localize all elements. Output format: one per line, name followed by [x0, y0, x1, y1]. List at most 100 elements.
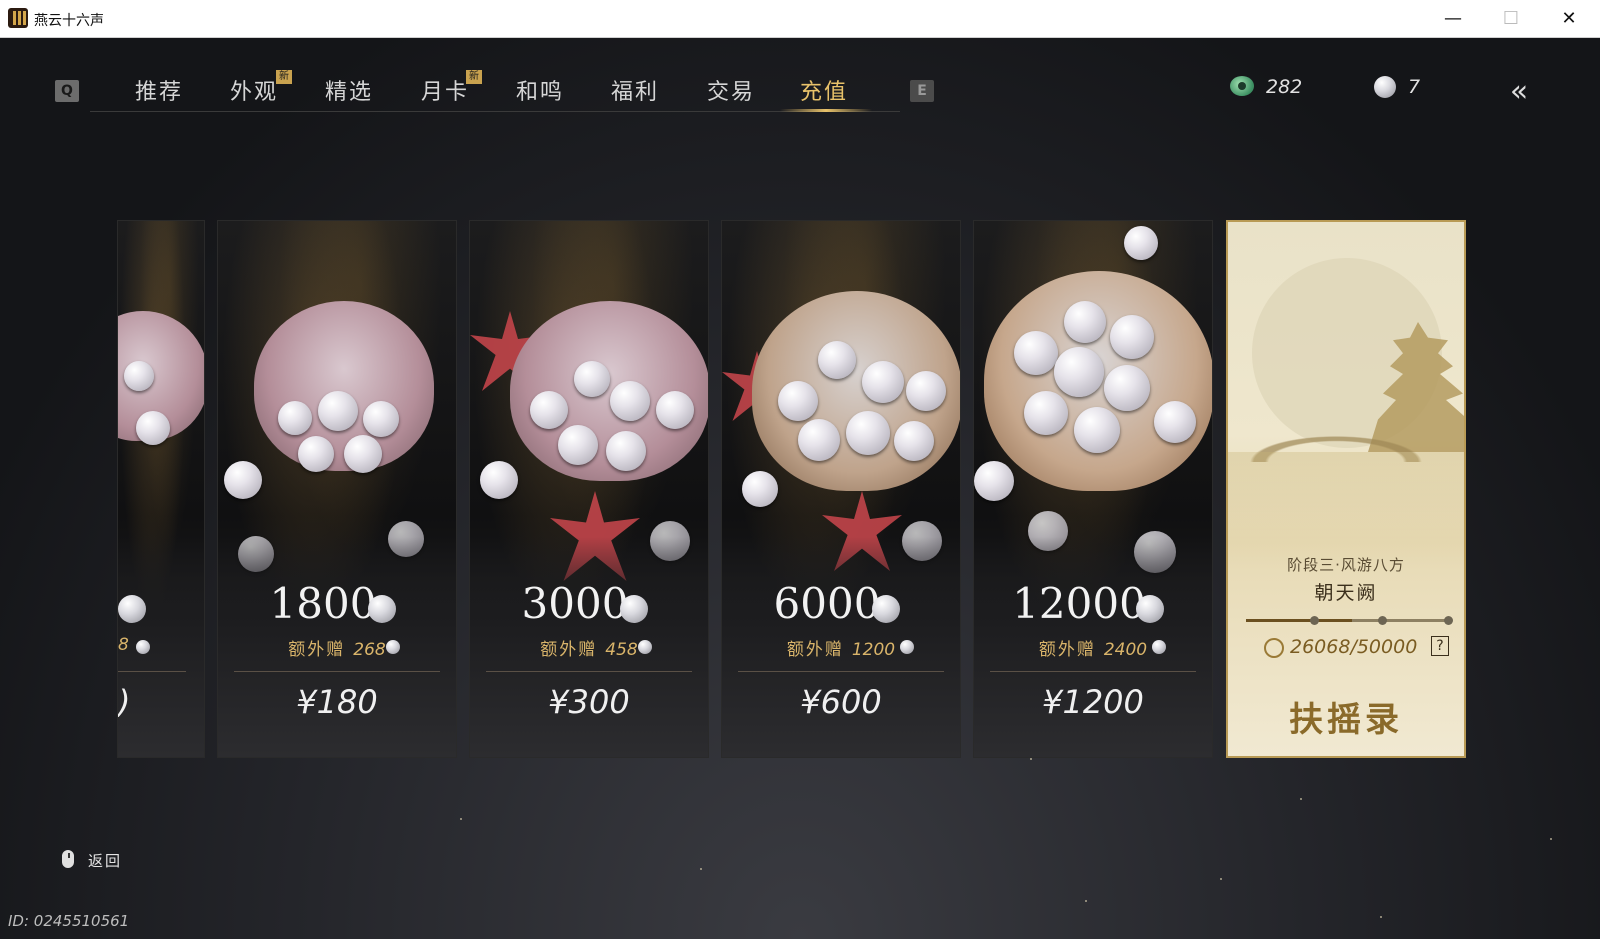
pearl-icon: [872, 595, 900, 623]
pearl-illustration: [1014, 331, 1058, 375]
maximize-button[interactable]: ☐: [1482, 0, 1540, 38]
tab-recharge[interactable]: 充值: [800, 74, 848, 106]
pearl-illustration: [1064, 301, 1106, 343]
pearl-illustration: [278, 401, 312, 435]
pearl-illustration: [574, 361, 610, 397]
window-title: 燕云十六声: [34, 13, 104, 29]
card-bonus: 额外赠 2400: [974, 635, 1212, 660]
pearl-illustration: [124, 361, 154, 391]
progress-node: [1310, 616, 1319, 625]
progress-node: [1378, 616, 1387, 625]
pearl-icon: [1152, 640, 1166, 654]
bonus-label: 额外赠: [786, 640, 844, 660]
card-price: ¥600: [800, 683, 882, 721]
prev-tab-key-q[interactable]: Q: [55, 80, 79, 102]
tab-monthly-card[interactable]: 月卡: [421, 74, 469, 106]
pearl-icon: [620, 595, 648, 623]
pearl-illustration: [480, 461, 518, 499]
bonus-value: 1200: [851, 640, 896, 660]
pearl-icon: [638, 640, 652, 654]
bonus-label: 额外赠: [1038, 640, 1096, 660]
tab-appearance[interactable]: 外观: [230, 74, 278, 106]
card-amount: 6000: [773, 579, 881, 628]
pass-stage: 阶段三·风游八方: [1287, 556, 1405, 574]
card-price: ¥1200: [1042, 683, 1144, 721]
pearl-illustration: [610, 381, 650, 421]
recharge-card-partial[interactable]: 8 ): [117, 220, 205, 758]
card-price: ): [118, 683, 131, 721]
card-divider: [486, 671, 692, 672]
app-logo-icon: [8, 8, 28, 28]
pearl-illustration: [906, 371, 946, 411]
pearl-illustration: [530, 391, 568, 429]
pearl-illustration: [974, 461, 1014, 501]
card-divider: [738, 671, 944, 672]
card-divider: [234, 671, 440, 672]
star-decoration: [1030, 758, 1032, 760]
pearl-illustration: [606, 431, 646, 471]
recharge-card-1800[interactable]: 1800 额外赠 268 ¥180: [217, 220, 457, 758]
card-bonus: 8: [118, 635, 204, 655]
shell-illustration: [254, 301, 434, 471]
card-bonus: 额外赠 458: [470, 635, 708, 660]
pearl-currency-icon: [1374, 76, 1396, 98]
bonus-value: 268: [353, 640, 386, 660]
pearl-illustration: [1154, 401, 1196, 443]
pearl-icon: [368, 595, 396, 623]
star-decoration: [1300, 798, 1302, 800]
pearl-illustration: [1104, 365, 1150, 411]
pass-progress-text: 26068/50000: [1290, 636, 1418, 658]
jade-balance: 282: [1266, 76, 1303, 98]
pearl-icon: [136, 640, 150, 654]
card-divider: [990, 671, 1196, 672]
new-badge: 新: [466, 70, 482, 84]
tab-welfare[interactable]: 福利: [611, 74, 659, 106]
game-viewport: Q 推荐 外观 新 精选 月卡 新 和鸣 福利 交易 充值 E 282 7 « …: [0, 38, 1600, 939]
star-decoration: [700, 868, 702, 870]
card-bonus: 额外赠 1200: [722, 635, 960, 660]
bonus-value: 2400: [1103, 640, 1148, 660]
tab-recommend[interactable]: 推荐: [135, 74, 183, 106]
pearl-illustration: [778, 381, 818, 421]
recharge-card-12000[interactable]: 12000 额外赠 2400 ¥1200: [973, 220, 1213, 758]
pearl-balance: 7: [1408, 76, 1421, 98]
star-decoration: [1220, 878, 1222, 880]
card-price: ¥180: [296, 683, 378, 721]
pearl-icon: [386, 640, 400, 654]
pearl-illustration: [136, 411, 170, 445]
pearl-illustration: [1110, 315, 1154, 359]
recharge-card-3000[interactable]: 3000 额外赠 458 ¥300: [469, 220, 709, 758]
back-label[interactable]: 返回: [88, 850, 122, 871]
pass-progress-fill: [1246, 619, 1353, 622]
xp-swirl-icon: [1264, 638, 1284, 658]
bonus-value: 8: [118, 635, 129, 655]
active-tab-indicator: [780, 109, 872, 112]
bonus-label: 额外赠: [540, 640, 598, 660]
tab-harmony[interactable]: 和鸣: [516, 74, 564, 106]
pearl-illustration: [344, 435, 382, 473]
new-badge: 新: [276, 70, 292, 84]
next-tab-key-e[interactable]: E: [910, 80, 934, 102]
help-icon[interactable]: ?: [1431, 636, 1449, 656]
tab-trade[interactable]: 交易: [707, 74, 755, 106]
pearl-illustration: [1074, 407, 1120, 453]
bonus-value: 458: [605, 640, 638, 660]
recharge-card-6000[interactable]: 6000 额外赠 1200 ¥600: [721, 220, 961, 758]
pearl-illustration: [862, 361, 904, 403]
bonus-label: 额外赠: [288, 640, 346, 660]
tab-featured[interactable]: 精选: [325, 74, 373, 106]
pass-progress-bar: [1246, 616, 1453, 625]
battle-pass-card[interactable]: 阶段三·风游八方 朝天阙 26068/50000 ? 扶摇录: [1226, 220, 1466, 758]
minimize-button[interactable]: —: [1424, 0, 1482, 38]
card-bonus: 额外赠 268: [218, 635, 456, 660]
pearl-illustration: [363, 401, 399, 437]
window-titlebar: 燕云十六声 — ☐ ✕: [0, 0, 1600, 38]
card-price: ¥300: [548, 683, 630, 721]
card-amount: 1800: [269, 579, 377, 628]
star-decoration: [460, 818, 462, 820]
close-button[interactable]: ✕: [1540, 0, 1598, 38]
nav-divider: [90, 111, 900, 112]
pearl-illustration: [318, 391, 358, 431]
pearl-illustration: [742, 471, 778, 507]
double-chevron-back-icon[interactable]: «: [1496, 74, 1542, 110]
